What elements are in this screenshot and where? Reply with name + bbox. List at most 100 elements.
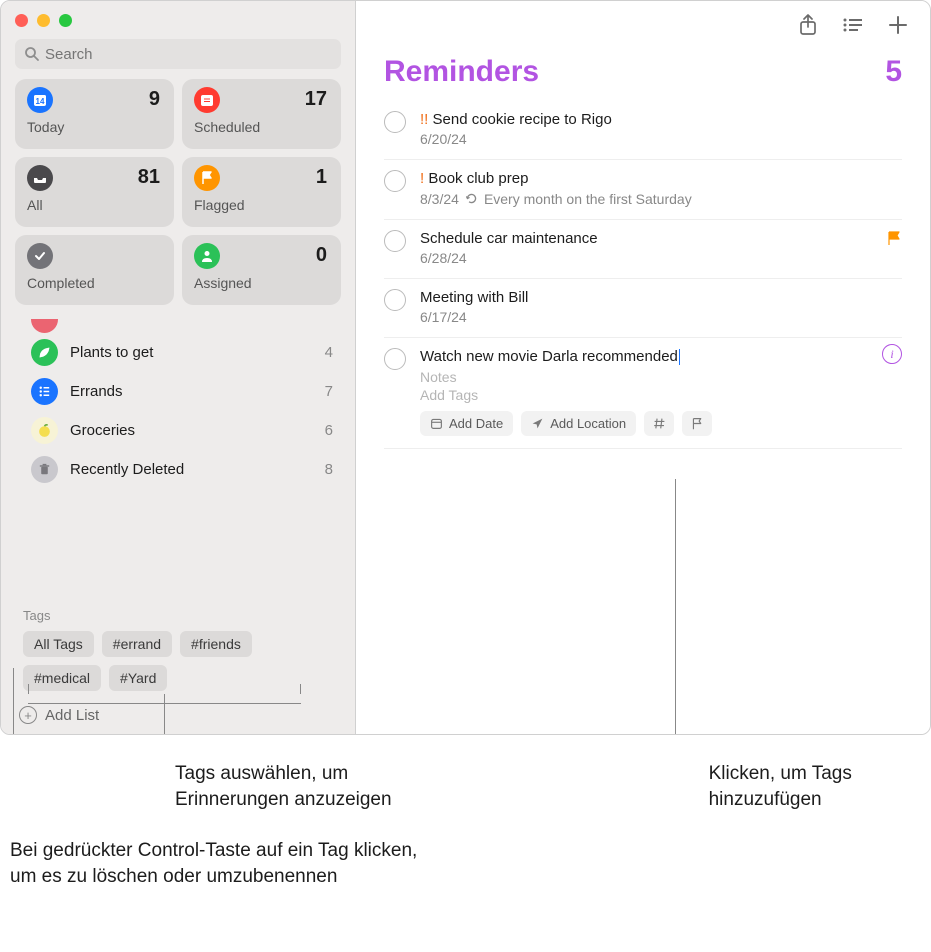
list-name: Plants to get: [70, 344, 153, 361]
reminder-row[interactable]: Meeting with Bill 6/17/24: [384, 279, 902, 338]
reminder-title: !! Send cookie recipe to Rigo: [420, 110, 902, 130]
list-title: Reminders: [384, 55, 539, 89]
search-icon: [24, 46, 40, 62]
list-header: Reminders 5: [356, 49, 930, 101]
hash-icon: [653, 417, 666, 430]
share-button[interactable]: [798, 14, 818, 36]
tag-yard[interactable]: #Yard: [109, 665, 167, 691]
calendar-icon: 14: [27, 87, 53, 113]
toolbar: [356, 1, 930, 49]
list-groceries[interactable]: Groceries 6: [1, 411, 355, 450]
view-options-button[interactable]: [842, 17, 864, 33]
reminder-date: 6/20/24: [420, 131, 902, 147]
annotation-line: [164, 694, 165, 735]
list-count: 8: [325, 461, 333, 478]
reminder-title-editing[interactable]: Watch new movie Darla recommended: [420, 347, 902, 367]
tag-errand[interactable]: #errand: [102, 631, 172, 657]
leaf-icon: [31, 339, 58, 366]
list-count: 6: [325, 422, 333, 439]
complete-checkbox[interactable]: [384, 289, 406, 311]
tags-section: Tags All Tags #errand #friends #medical …: [1, 600, 355, 701]
calendar-icon: [430, 417, 443, 430]
complete-checkbox[interactable]: [384, 111, 406, 133]
priority-indicator: !: [420, 170, 424, 187]
smart-list-all[interactable]: 81 All: [15, 157, 174, 227]
tag-medical[interactable]: #medical: [23, 665, 101, 691]
tray-icon: [27, 165, 53, 191]
smart-label: Scheduled: [194, 119, 329, 135]
callout-select-tags: Tags auswählen, um Erinnerungen anzuzeig…: [175, 761, 434, 812]
smart-list-flagged[interactable]: 1 Flagged: [182, 157, 341, 227]
list-name: Errands: [70, 383, 123, 400]
smart-lists-grid: 14 9 Today 17 Scheduled 81 All: [1, 79, 355, 313]
reminder-body: Watch new movie Darla recommended Notes …: [420, 347, 902, 436]
reminder-row[interactable]: !! Send cookie recipe to Rigo 6/20/24: [384, 101, 902, 160]
add-location-chip[interactable]: Add Location: [521, 411, 636, 436]
help-callouts: Tags auswählen, um Erinnerungen anzuzeig…: [0, 735, 931, 900]
plus-circle-icon: +: [19, 706, 37, 724]
smart-label: Completed: [27, 275, 162, 291]
list-header-count: 5: [885, 55, 902, 89]
complete-checkbox[interactable]: [384, 230, 406, 252]
reminder-chips: Add Date Add Location: [420, 411, 902, 436]
reminder-row[interactable]: Schedule car maintenance 6/28/24: [384, 220, 902, 279]
location-arrow-icon: [531, 417, 544, 430]
list-errands[interactable]: Errands 7: [1, 372, 355, 411]
tags-row: All Tags #errand #friends #medical #Yard: [23, 631, 333, 691]
annotation-bracket: [28, 684, 29, 694]
reminder-title: ! Book club prep: [420, 169, 902, 189]
smart-list-scheduled[interactable]: 17 Scheduled: [182, 79, 341, 149]
reminder-body: ! Book club prep 8/3/24 Every month on t…: [420, 169, 902, 206]
list-plants-to-get[interactable]: Plants to get 4: [1, 333, 355, 372]
search-input[interactable]: [15, 39, 341, 69]
add-list-label: Add List: [45, 707, 99, 724]
priority-indicator: !!: [420, 111, 428, 128]
complete-checkbox[interactable]: [384, 348, 406, 370]
list-icon: [31, 319, 58, 333]
reminder-title: Schedule car maintenance: [420, 229, 902, 249]
annotation-line: [13, 668, 14, 735]
reminder-row[interactable]: ! Book club prep 8/3/24 Every month on t…: [384, 160, 902, 219]
annotation-bracket: [300, 684, 301, 694]
complete-checkbox[interactable]: [384, 170, 406, 192]
repeat-text: Every month on the first Saturday: [484, 191, 692, 207]
my-lists: Plants to get 4 Errands 7 Groceries 6: [1, 313, 355, 600]
smart-count: 1: [316, 166, 327, 189]
annotation-line: [675, 479, 676, 735]
reminder-meta: 8/3/24 Every month on the first Saturday: [420, 191, 902, 207]
smart-label: Assigned: [194, 275, 329, 291]
smart-list-assigned[interactable]: 0 Assigned: [182, 235, 341, 305]
reminders-list: !! Send cookie recipe to Rigo 6/20/24 ! …: [356, 101, 930, 449]
add-reminder-button[interactable]: [888, 15, 908, 35]
smart-list-today[interactable]: 14 9 Today: [15, 79, 174, 149]
reminder-body: Schedule car maintenance 6/28/24: [420, 229, 902, 266]
reminder-row-editing[interactable]: Watch new movie Darla recommended Notes …: [384, 338, 902, 449]
list-bullets-icon: [31, 378, 58, 405]
info-button[interactable]: i: [882, 344, 902, 364]
list-count: 7: [325, 383, 333, 400]
reminder-title: Meeting with Bill: [420, 288, 902, 308]
add-date-chip[interactable]: Add Date: [420, 411, 513, 436]
list-recently-deleted[interactable]: Recently Deleted 8: [1, 450, 355, 489]
add-list-button[interactable]: + Add List: [1, 701, 355, 734]
minimize-window-button[interactable]: [37, 14, 50, 27]
tag-all-tags[interactable]: All Tags: [23, 631, 94, 657]
add-tags-field[interactable]: Add Tags: [420, 387, 902, 403]
window-titlebar: [1, 1, 355, 39]
smart-label: Today: [27, 119, 162, 135]
lemon-icon: [31, 417, 58, 444]
list-name: Groceries: [70, 422, 135, 439]
maximize-window-button[interactable]: [59, 14, 72, 27]
search-container: [1, 39, 355, 79]
reminder-date: 8/3/24: [420, 191, 459, 207]
notes-field[interactable]: Notes: [420, 369, 902, 385]
list-row-partial[interactable]: [1, 315, 355, 333]
close-window-button[interactable]: [15, 14, 28, 27]
tag-friends[interactable]: #friends: [180, 631, 252, 657]
add-flag-chip[interactable]: [682, 411, 712, 436]
smart-count: 9: [149, 88, 160, 111]
add-tag-chip[interactable]: [644, 411, 674, 436]
smart-list-completed[interactable]: Completed: [15, 235, 174, 305]
smart-count: 0: [316, 244, 327, 267]
reminder-body: Meeting with Bill 6/17/24: [420, 288, 902, 325]
